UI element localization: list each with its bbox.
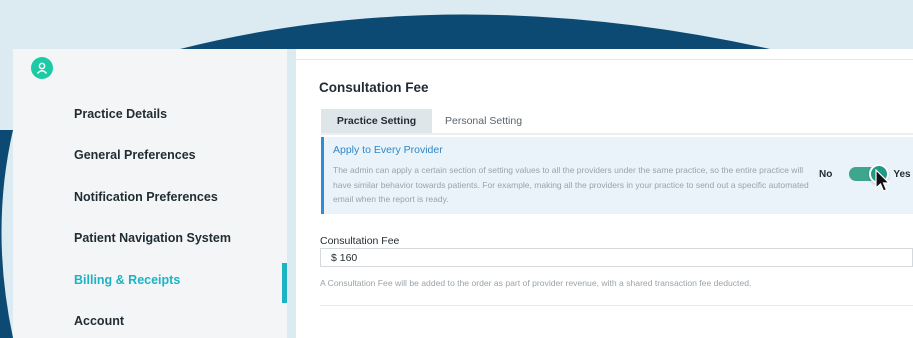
apply-toggle-group: No Yes [819, 164, 911, 192]
page-title: Consultation Fee [319, 80, 429, 95]
divider [296, 59, 913, 60]
panel-title: Apply to Every Provider [333, 144, 443, 156]
banner-arc [180, 14, 770, 49]
sidebar-item-general-preferences[interactable]: General Preferences [13, 135, 287, 177]
mouse-pointer-icon [875, 169, 891, 192]
user-icon[interactable] [31, 57, 53, 79]
sidebar-item-account[interactable]: Account [13, 301, 287, 338]
sidebar-item-label: Patient Navigation System [74, 231, 231, 246]
sidebar-item-label: General Preferences [74, 148, 196, 163]
toggle-on-label: Yes [893, 168, 911, 180]
apply-to-every-provider-panel: Apply to Every Provider The admin can ap… [321, 137, 913, 214]
consultation-fee-label: Consultation Fee [320, 235, 400, 247]
apply-to-every-provider-toggle[interactable] [849, 164, 891, 192]
sidebar-item-label: Billing & Receipts [74, 272, 181, 287]
divider [320, 305, 913, 306]
toggle-off-label: No [819, 168, 833, 180]
tab-practice-setting[interactable]: Practice Setting [321, 109, 432, 133]
panel-description: The admin can apply a certain section of… [333, 165, 809, 204]
sidebar-item-patient-navigation-system[interactable]: Patient Navigation System [13, 218, 287, 260]
settings-tabs: Practice Setting Personal Setting [321, 109, 535, 133]
consultation-fee-help: A Consultation Fee will be added to the … [320, 278, 752, 288]
sidebar-item-practice-details[interactable]: Practice Details [13, 93, 287, 135]
sidebar-item-label: Practice Details [74, 106, 168, 121]
settings-content: Consultation Fee Practice Setting Person… [296, 49, 913, 338]
sidebar-item-label: Account [74, 314, 124, 329]
settings-nav: Practice Details General Preferences Not… [13, 93, 287, 338]
settings-sidebar: Practice Details General Preferences Not… [13, 49, 287, 338]
tab-personal-setting[interactable]: Personal Setting [432, 109, 535, 133]
user-icon-glyph [36, 62, 48, 75]
sidebar-item-label: Notification Preferences [74, 189, 218, 204]
sidebar-item-billing-receipts[interactable]: Billing & Receipts [13, 259, 287, 303]
sidebar-item-notification-preferences[interactable]: Notification Preferences [13, 176, 287, 218]
left-arc [0, 130, 13, 338]
tabs-divider [321, 133, 913, 135]
active-indicator [282, 263, 287, 303]
consultation-fee-input[interactable] [320, 248, 913, 267]
